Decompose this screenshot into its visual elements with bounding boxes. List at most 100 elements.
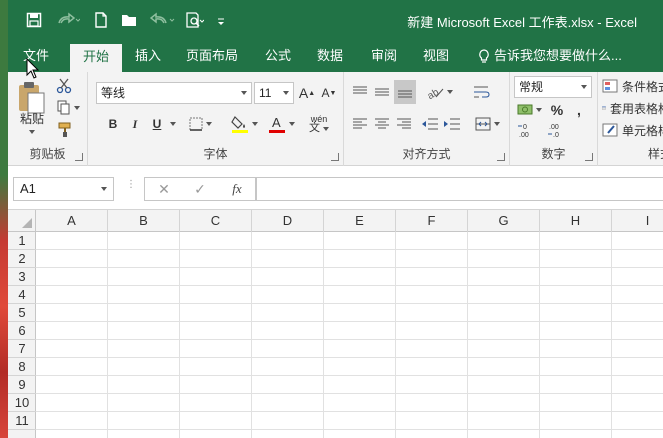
percent-style-button[interactable]: %	[548, 100, 566, 120]
excel-window: 新建 Microsoft Excel 工作表.xlsx - Excel 文件 开…	[8, 0, 663, 438]
clipboard-launcher-icon[interactable]	[75, 153, 83, 161]
accounting-format-icon[interactable]	[514, 100, 544, 120]
column-header-b[interactable]: B	[108, 210, 180, 232]
alignment-launcher-icon[interactable]	[497, 153, 505, 161]
insert-function-button[interactable]: fx	[225, 180, 249, 198]
cut-icon[interactable]	[54, 76, 74, 96]
tab-page-layout[interactable]: 页面布局	[180, 40, 244, 72]
align-center-icon[interactable]	[372, 114, 392, 134]
font-name-combo[interactable]: 等线	[96, 82, 252, 104]
mouse-cursor-icon	[26, 57, 40, 83]
merge-center-icon[interactable]	[472, 114, 502, 134]
tab-data[interactable]: 数据	[310, 40, 350, 72]
font-group-label: 字体	[203, 147, 228, 161]
name-box[interactable]: A1	[13, 177, 114, 201]
window-title: 新建 Microsoft Excel 工作表.xlsx - Excel	[407, 15, 637, 30]
decrease-font-icon[interactable]: A ▼	[320, 83, 338, 103]
cell-area[interactable]	[36, 232, 663, 438]
wrap-text-icon[interactable]	[472, 82, 492, 102]
tab-view[interactable]: 视图	[416, 40, 456, 72]
underline-dropdown[interactable]	[166, 114, 176, 134]
font-color-icon[interactable]: A	[266, 112, 296, 136]
number-format-combo[interactable]: 常规	[514, 76, 592, 98]
number-format-value: 常规	[519, 80, 544, 94]
column-header-e[interactable]: E	[324, 210, 396, 232]
undo-icon[interactable]	[150, 11, 176, 29]
background-strip	[0, 0, 8, 438]
worksheet-grid: A B C D E F G H I 1 2 3 4 5 6 7 8 9 10 1…	[8, 210, 663, 438]
align-left-icon[interactable]	[350, 114, 370, 134]
number-launcher-icon[interactable]	[585, 153, 593, 161]
cell-styles-button[interactable]: 单元格样式	[602, 120, 663, 140]
paste-button[interactable]: 粘贴	[12, 110, 52, 126]
bold-button[interactable]: B	[104, 114, 122, 134]
formula-bar-grip-icon[interactable]: ⋮	[126, 180, 136, 196]
column-header-c[interactable]: C	[180, 210, 252, 232]
svg-text:.00: .00	[519, 132, 529, 138]
align-right-icon[interactable]	[394, 114, 414, 134]
open-folder-icon[interactable]	[121, 11, 139, 29]
align-middle-icon[interactable]	[372, 82, 392, 102]
tab-formulas[interactable]: 公式	[258, 40, 298, 72]
increase-indent-icon[interactable]	[442, 114, 462, 134]
font-size-combo[interactable]: 11	[254, 82, 294, 104]
fill-color-icon[interactable]	[228, 112, 260, 136]
conditional-format-button[interactable]: 条件格式	[602, 76, 663, 96]
row-header-3[interactable]: 3	[8, 268, 36, 286]
row-header-4[interactable]: 4	[8, 286, 36, 304]
save-icon[interactable]	[26, 11, 42, 29]
new-file-icon[interactable]	[94, 11, 108, 29]
borders-icon[interactable]	[186, 114, 214, 134]
row-header-11[interactable]: 11	[8, 412, 36, 430]
number-group-label: 数字	[541, 147, 566, 161]
tab-home[interactable]: 开始	[70, 44, 122, 72]
svg-text:A: A	[272, 115, 281, 130]
copy-icon[interactable]	[54, 98, 82, 118]
tab-insert[interactable]: 插入	[128, 40, 168, 72]
row-header-8[interactable]: 8	[8, 358, 36, 376]
decrease-decimal-icon[interactable]: .00.0	[544, 120, 570, 140]
align-bottom-icon[interactable]	[394, 80, 416, 104]
format-painter-icon[interactable]	[54, 120, 76, 140]
format-as-table-button[interactable]: 套用表格格式	[602, 98, 663, 118]
lightbulb-icon	[479, 49, 489, 63]
select-all-corner[interactable]	[8, 210, 36, 232]
increase-decimal-icon[interactable]: 0.00	[514, 120, 540, 140]
row-header-2[interactable]: 2	[8, 250, 36, 268]
tab-review[interactable]: 审阅	[364, 40, 404, 72]
table-format-label: 套用表格格式	[609, 101, 663, 116]
font-name-value: 等线	[101, 86, 126, 100]
increase-font-icon[interactable]: A ▲	[298, 83, 316, 103]
column-header-f[interactable]: F	[396, 210, 468, 232]
column-header-a[interactable]: A	[36, 210, 108, 232]
underline-button[interactable]: U	[148, 114, 166, 134]
column-header-h[interactable]: H	[540, 210, 612, 232]
confirm-entry-icon[interactable]: ✓	[189, 180, 211, 198]
italic-button[interactable]: I	[126, 114, 144, 134]
font-launcher-icon[interactable]	[331, 153, 339, 161]
row-header-6[interactable]: 6	[8, 322, 36, 340]
column-header-i[interactable]: I	[612, 210, 663, 232]
row-header-1[interactable]: 1	[8, 232, 36, 250]
row-header-7[interactable]: 7	[8, 340, 36, 358]
row-header-10[interactable]: 10	[8, 394, 36, 412]
redo-icon[interactable]	[56, 11, 80, 29]
tell-me-box[interactable]: 告诉我您想要做什么...	[478, 40, 622, 72]
row-header-5[interactable]: 5	[8, 304, 36, 322]
align-top-icon[interactable]	[350, 82, 370, 102]
formula-input[interactable]	[256, 177, 663, 201]
decrease-indent-icon[interactable]	[420, 114, 440, 134]
cancel-entry-icon[interactable]: ✕	[153, 180, 175, 198]
row-header-9[interactable]: 9	[8, 376, 36, 394]
column-header-d[interactable]: D	[252, 210, 324, 232]
group-styles: 条件格式 套用表格格式 单元格样式 样式	[598, 72, 663, 166]
paste-dropdown[interactable]	[20, 126, 40, 138]
phonetic-guide-icon[interactable]: wén 文	[302, 112, 336, 136]
comma-style-icon[interactable]: ,	[570, 100, 588, 120]
print-preview-icon[interactable]	[186, 11, 204, 29]
column-header-g[interactable]: G	[468, 210, 540, 232]
row-headers: 1 2 3 4 5 6 7 8 9 10 11	[8, 232, 36, 438]
customize-qat-icon[interactable]	[216, 11, 226, 29]
orientation-icon[interactable]: ab	[424, 80, 454, 104]
svg-text:.0: .0	[553, 132, 559, 138]
